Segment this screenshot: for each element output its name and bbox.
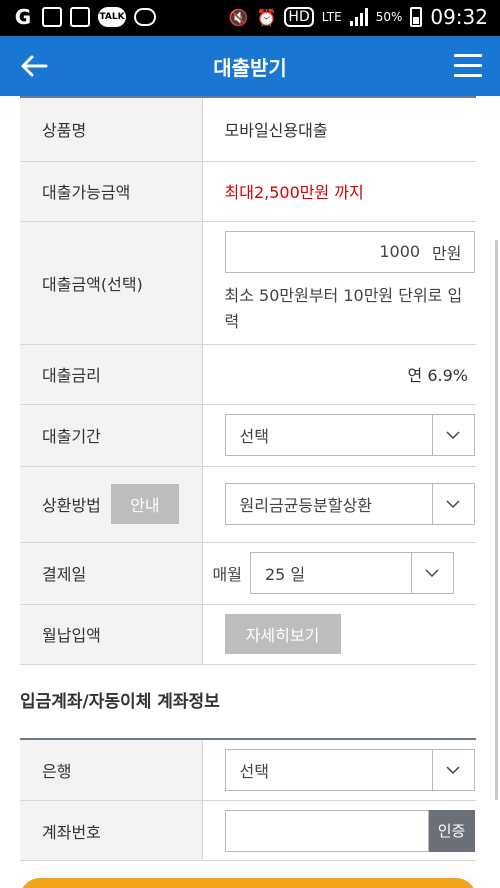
- period-label: 대출기간: [20, 404, 203, 467]
- bank-select[interactable]: 선택: [224, 748, 475, 791]
- row-period: 대출기간 선택: [20, 404, 476, 467]
- loan-form: 상품명 모바일신용대출 대출가능금액 최대2,500만원 까지 대출금액(선택)…: [20, 96, 476, 861]
- bank-label: 은행: [20, 737, 203, 801]
- page-title: 대출받기: [213, 56, 287, 80]
- talk-icon: TALK: [98, 7, 126, 27]
- account-number-input[interactable]: [224, 809, 429, 852]
- amount-label: 대출금액(선택): [20, 221, 203, 345]
- payday-select[interactable]: 25 일: [249, 552, 454, 594]
- row-amount: 대출금액(선택) 1000 만원 최소 50만원부터 10만원 단위로 입력: [20, 221, 476, 345]
- mute-icon: 🔇: [228, 7, 249, 27]
- chevron-down-icon: [410, 553, 453, 593]
- row-available: 대출가능금액 최대2,500만원 까지: [20, 161, 476, 222]
- payday-prefix: 매월: [212, 565, 242, 584]
- amount-hint: 최소 50만원부터 10만원 단위로 입력: [224, 285, 463, 331]
- chat-icon: [134, 8, 156, 26]
- account-info-table: 은행 선택 계좌번호 인증: [20, 737, 476, 861]
- amount-cell: 1000 만원 최소 50만원부터 10만원 단위로 입력: [202, 221, 476, 345]
- payday-label: 결제일: [20, 542, 203, 605]
- g-app-icon: G: [14, 5, 32, 29]
- amount-value: 1000: [379, 242, 421, 261]
- verify-button[interactable]: 인증: [428, 809, 475, 852]
- status-bar: G TALK 🔇 ⏰ HD LTE 50% 09:32: [0, 0, 500, 36]
- repay-select[interactable]: 원리금균등분할상환: [224, 483, 475, 525]
- row-repay: 상환방법 안내 원리금균등분할상환: [20, 466, 476, 543]
- battery-icon: [410, 7, 423, 27]
- chevron-down-icon: [431, 415, 474, 455]
- payday-selected: 25 일: [264, 565, 306, 584]
- submit-button[interactable]: [20, 878, 476, 888]
- amount-unit: 만원: [432, 243, 462, 263]
- chevron-down-icon: [431, 749, 474, 790]
- bank-cell: 선택: [202, 737, 476, 801]
- rate-value: 연 6.9%: [202, 344, 476, 405]
- row-bank: 은행 선택: [20, 737, 476, 801]
- vpn-icon: [70, 7, 90, 27]
- repay-label: 상환방법: [42, 496, 101, 515]
- app-header: 대출받기: [0, 36, 500, 96]
- repay-selected: 원리금균등분할상환: [239, 496, 372, 515]
- rate-label: 대출금리: [20, 344, 203, 405]
- payday-cell: 매월 25 일: [202, 542, 476, 605]
- notification-icons: G TALK: [12, 5, 156, 29]
- amount-input[interactable]: 1000 만원: [224, 230, 475, 273]
- account-section-title: 입금계좌/자동이체 계좌정보: [20, 691, 220, 712]
- row-monthly: 월납입액 자세히보기: [20, 604, 476, 665]
- row-account: 계좌번호 인증: [20, 800, 476, 861]
- alarm-icon: ⏰: [256, 7, 277, 27]
- account-label: 계좌번호: [20, 800, 203, 861]
- repay-label-cell: 상환방법 안내: [20, 466, 203, 543]
- row-rate: 대출금리 연 6.9%: [20, 344, 476, 405]
- monthly-cell: 자세히보기: [202, 604, 476, 665]
- product-value: 모바일신용대출: [202, 96, 476, 162]
- signal-icon: [349, 8, 368, 26]
- monthly-label: 월납입액: [20, 604, 203, 665]
- repay-guide-button[interactable]: 안내: [110, 484, 179, 524]
- repay-cell: 원리금균등분할상환: [202, 466, 476, 543]
- available-label: 대출가능금액: [20, 161, 203, 222]
- clock: 09:32: [430, 5, 488, 29]
- account-cell: 인증: [202, 800, 476, 861]
- monthly-detail-button[interactable]: 자세히보기: [224, 614, 341, 654]
- product-label: 상품명: [20, 96, 203, 162]
- available-value: 최대2,500만원 까지: [202, 161, 476, 222]
- image-icon: [42, 7, 62, 27]
- bank-selected: 선택: [239, 761, 269, 781]
- row-payday: 결제일 매월 25 일: [20, 542, 476, 605]
- period-select[interactable]: 선택: [224, 414, 475, 456]
- hamburger-menu-icon[interactable]: [454, 54, 482, 78]
- period-cell: 선택: [202, 404, 476, 467]
- battery-percent: 50%: [375, 10, 403, 24]
- chevron-down-icon: [431, 484, 474, 524]
- period-selected: 선택: [239, 427, 269, 446]
- system-icons: 🔇 ⏰ HD LTE 50% 09:32: [229, 5, 488, 29]
- lte-icon: LTE: [321, 10, 342, 24]
- row-product: 상품명 모바일신용대출: [20, 96, 476, 162]
- loan-info-table: 상품명 모바일신용대출 대출가능금액 최대2,500만원 까지 대출금액(선택)…: [20, 96, 476, 665]
- hd-icon: HD: [284, 7, 314, 27]
- scrollbar[interactable]: [495, 240, 498, 800]
